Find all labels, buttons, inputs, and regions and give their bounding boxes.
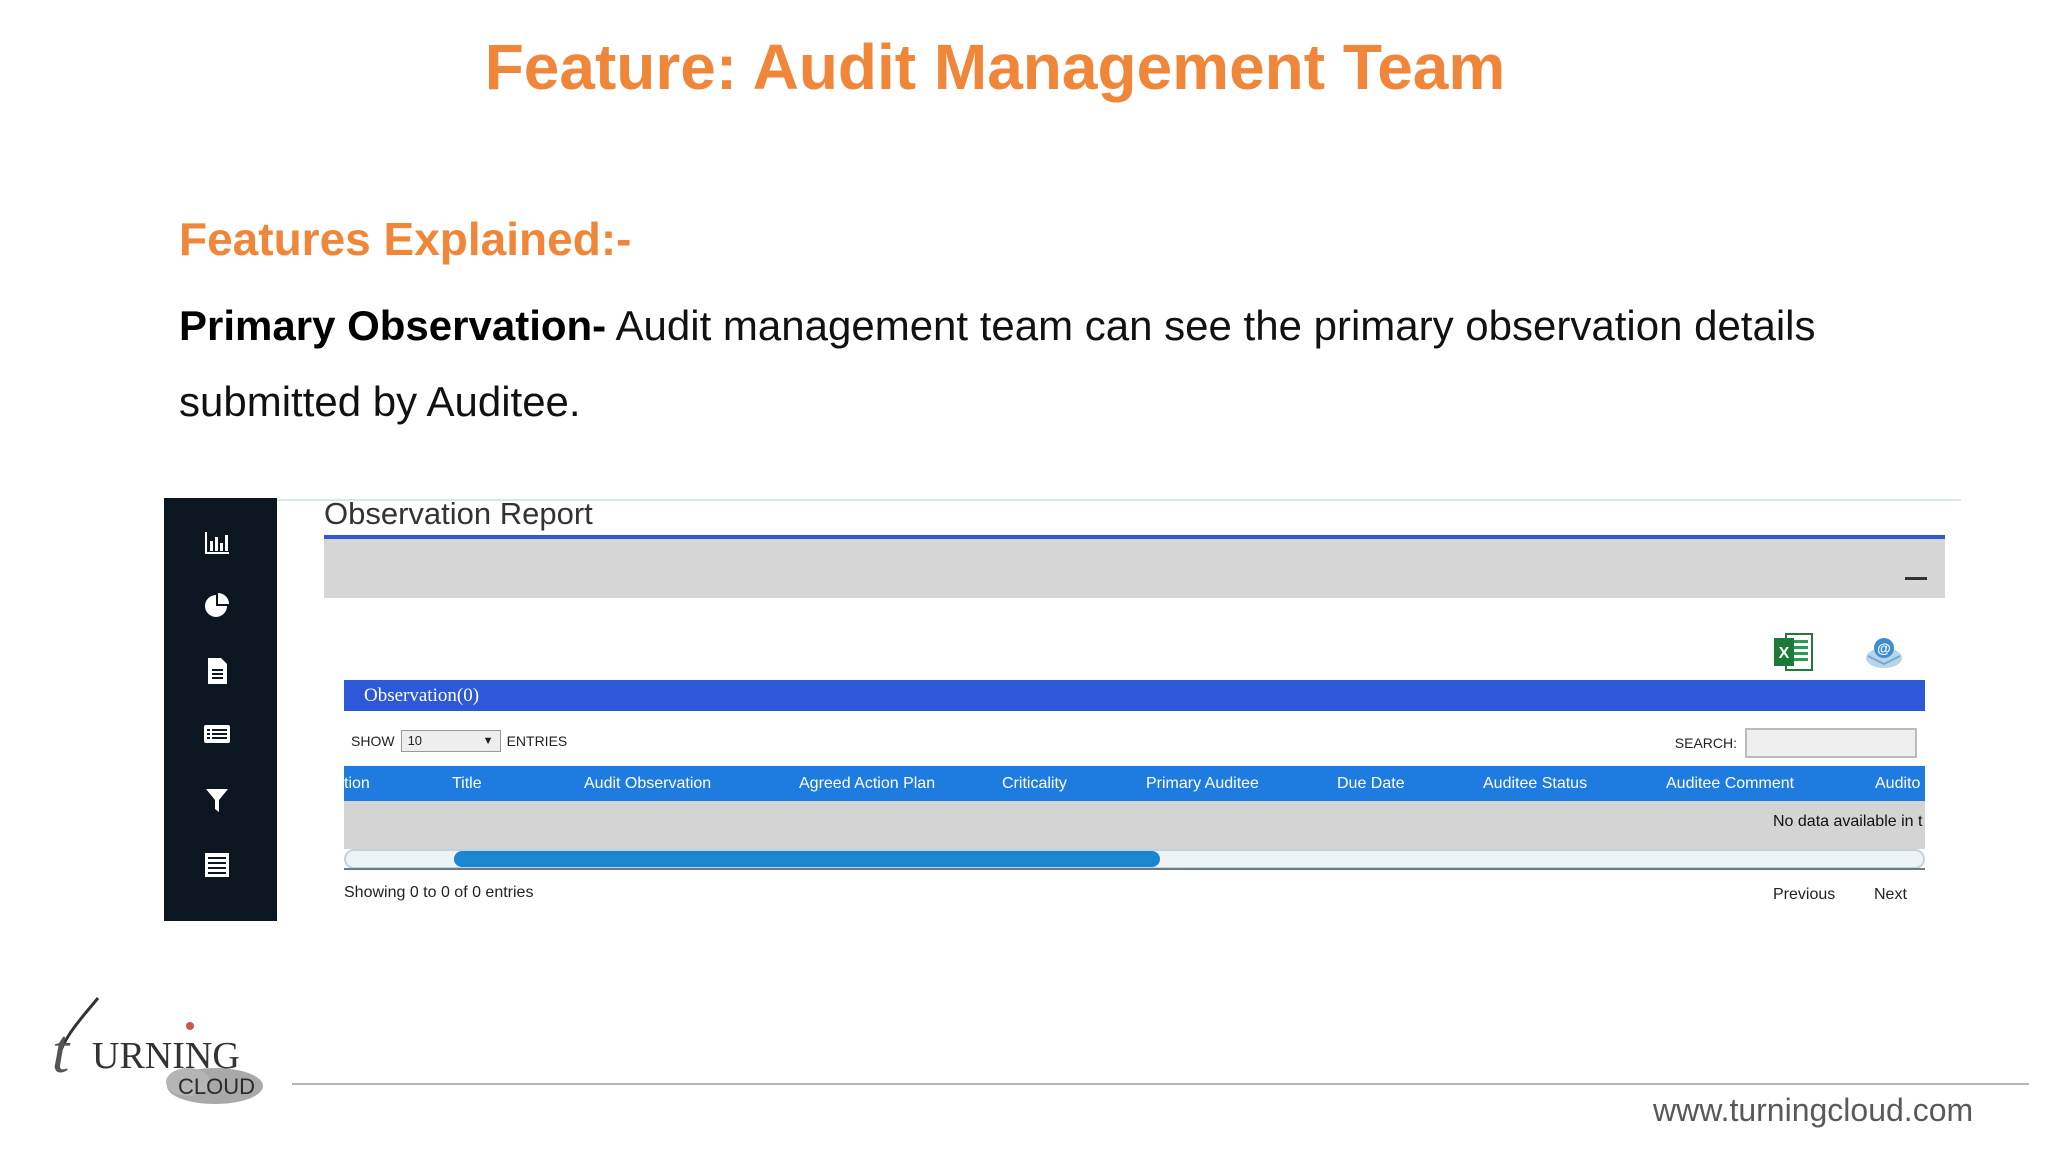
observation-header[interactable]: Observation(0) [344,680,1925,711]
body-paragraph: Primary Observation- Audit management te… [179,288,1899,440]
footer-divider [292,1083,2029,1085]
column-header-primary-auditee[interactable]: Primary Auditee [1146,766,1259,801]
table-header: tion Title Audit Observation Agreed Acti… [344,766,1925,801]
table-list-icon[interactable] [200,848,234,882]
sub-heading: Features Explained:- [179,213,632,265]
column-header-auditee-comment[interactable]: Auditee Comment [1666,766,1794,801]
empty-message: No data available in t [1773,813,1923,830]
excel-export-icon[interactable]: X [1772,632,1816,672]
email-export-icon[interactable]: @ [1862,632,1906,672]
column-header-action[interactable]: tion [344,766,370,801]
logo-sub: CLOUD [178,1074,255,1099]
table-info: Showing 0 to 0 of 0 entries [344,884,534,901]
document-icon[interactable] [200,654,234,688]
entries-select-value: 10 [407,733,423,748]
show-entries: SHOW 10 ▼ ENTRIES [351,730,567,752]
next-button[interactable]: Next [1874,886,1907,904]
column-header-criticality[interactable]: Criticality [1002,766,1067,801]
svg-text:X: X [1779,645,1790,662]
search-label: SEARCH: [1674,735,1737,751]
list-card-icon[interactable] [200,717,234,751]
column-header-audit-observation[interactable]: Audit Observation [584,766,711,801]
table-empty-row: No data available in t [344,801,1925,849]
minimize-icon[interactable] [1905,577,1927,580]
body-bold-lead: Primary Observation- [179,302,607,349]
show-label: SHOW [351,733,395,749]
pie-chart-icon[interactable] [200,589,234,623]
slide: Feature: Audit Management Team Features … [0,0,2048,1152]
svg-text:@: @ [1877,640,1891,656]
entries-select[interactable]: 10 ▼ [400,730,501,752]
filter-icon[interactable] [200,783,234,817]
table-bottom-border [344,868,1925,870]
logo-word: URNING [92,1035,240,1077]
bar-chart-icon[interactable] [200,526,234,560]
search-input[interactable] [1745,728,1917,758]
column-header-auditee-status[interactable]: Auditee Status [1483,766,1587,801]
previous-button[interactable]: Previous [1773,886,1835,904]
website-url: www.turningcloud.com [1653,1092,1974,1128]
column-header-agreed-action-plan[interactable]: Agreed Action Plan [799,766,935,801]
column-header-auditor[interactable]: Audito [1875,766,1920,801]
turning-cloud-logo: t URNING CLOUD [50,990,280,1115]
logo-letter: t [52,1018,71,1086]
horizontal-scrollbar[interactable] [344,849,1925,869]
slide-title: Feature: Audit Management Team [484,31,1506,103]
chevron-down-icon: ▼ [482,735,494,747]
search-area: SEARCH: [1675,728,1917,758]
scrollbar-thumb[interactable] [454,851,1160,867]
entries-label: ENTRIES [506,733,568,749]
column-header-due-date[interactable]: Due Date [1337,766,1405,801]
column-header-title[interactable]: Title [452,766,482,801]
sidebar [164,498,277,921]
report-panel [324,535,1945,598]
app-screenshot: Observation Report X @ Observation(0) SH… [164,496,1961,921]
report-title: Observation Report [324,496,593,531]
